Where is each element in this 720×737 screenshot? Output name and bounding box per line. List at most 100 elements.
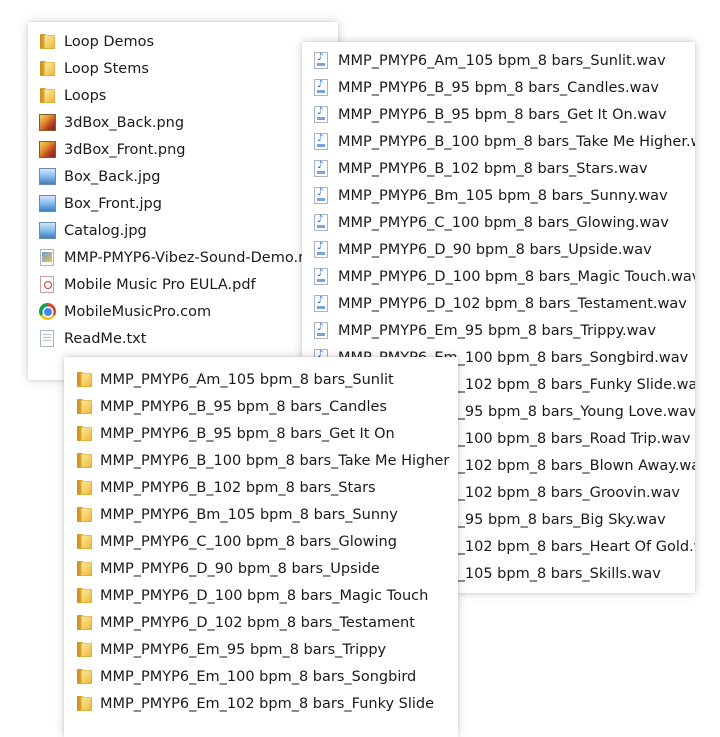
file-name: Box_Front.jpg [64, 195, 162, 212]
folder-item[interactable]: MMP_PMYP6_B_95 bpm_8 bars_Get It On [64, 420, 458, 447]
wav-file-item[interactable]: MMP_PMYP6_B_95 bpm_8 bars_Candles.wav [302, 74, 695, 101]
wav-file-item[interactable]: MMP_PMYP6_B_95 bpm_8 bars_Get It On.wav [302, 101, 695, 128]
file-item-loop-stems[interactable]: Loop Stems [28, 55, 338, 82]
file-name: MMP_PMYP6_B_100 bpm_8 bars_Take Me Highe… [338, 133, 695, 150]
wav-file-item[interactable]: MMP_PMYP6_D_102 bpm_8 bars_Testament.wav [302, 290, 695, 317]
file-name: MMP_PMYP6_Am_105 bpm_8 bars_Sunlit [100, 371, 394, 388]
wav-file-icon [314, 322, 328, 339]
folder-icon [76, 479, 93, 496]
file-item-loop-demos[interactable]: Loop Demos [28, 28, 338, 55]
file-name: MMP_PMYP6_Em_95 bpm_8 bars_Trippy [100, 641, 387, 658]
file-name: Loop Stems [64, 60, 149, 77]
wav-file-item[interactable]: MMP_PMYP6_D_90 bpm_8 bars_Upside.wav [302, 236, 695, 263]
wav-file-item[interactable]: MMP_PMYP6_Bm_105 bpm_8 bars_Sunny.wav [302, 182, 695, 209]
file-name: MMP_PMYP6_B_102 bpm_8 bars_Stars.wav [338, 160, 648, 177]
folder-item[interactable]: MMP_PMYP6_Em_100 bpm_8 bars_Songbird [64, 663, 458, 690]
wav-file-icon [314, 79, 328, 96]
jpg-image-icon [39, 222, 56, 239]
file-item-box-back[interactable]: Box_Back.jpg [28, 163, 338, 190]
folder-icon [39, 33, 56, 50]
folder-icon [76, 452, 93, 469]
file-item-box-front[interactable]: Box_Front.jpg [28, 190, 338, 217]
file-name: Loop Demos [64, 33, 155, 50]
folder-item[interactable]: MMP_PMYP6_B_95 bpm_8 bars_Candles [64, 393, 458, 420]
png-image-icon [39, 141, 56, 158]
file-item-3dbox-front[interactable]: 3dBox_Front.png [28, 136, 338, 163]
file-name: 3dBox_Back.png [64, 114, 185, 131]
file-item-loops[interactable]: Loops [28, 82, 338, 109]
wav-file-icon [314, 214, 328, 231]
wav-file-item[interactable]: MMP_PMYP6_B_102 bpm_8 bars_Stars.wav [302, 155, 695, 182]
loop-folder-list-panel: MMP_PMYP6_Am_105 bpm_8 bars_Sunlit MMP_P… [64, 357, 458, 737]
folder-item[interactable]: MMP_PMYP6_Em_95 bpm_8 bars_Trippy [64, 636, 458, 663]
folder-item[interactable]: MMP_PMYP6_D_102 bpm_8 bars_Testament [64, 609, 458, 636]
folder-icon [76, 425, 93, 442]
file-name: MMP_PMYP6_Em_100 bpm_8 bars_Songbird [100, 668, 417, 685]
file-name: MMP_PMYP6_C_100 bpm_8 bars_Glowing.wav [338, 214, 669, 231]
file-name: Mobile Music Pro EULA.pdf [64, 276, 256, 293]
folder-item[interactable]: MMP_PMYP6_B_102 bpm_8 bars_Stars [64, 474, 458, 501]
folder-icon [76, 587, 93, 604]
folder-icon [76, 614, 93, 631]
file-name: MMP_PMYP6_B_95 bpm_8 bars_Candles [100, 398, 387, 415]
folder-icon [76, 371, 93, 388]
wav-file-item[interactable]: MMP_PMYP6_C_100 bpm_8 bars_Glowing.wav [302, 209, 695, 236]
file-name: Box_Back.jpg [64, 168, 161, 185]
wav-file-item[interactable]: MMP_PMYP6_D_100 bpm_8 bars_Magic Touch.w… [302, 263, 695, 290]
wav-file-icon [314, 295, 328, 312]
file-name: MMP_PMYP6_D_102 bpm_8 bars_Testament [100, 614, 415, 631]
folder-icon [39, 87, 56, 104]
file-list: Loop Demos Loop Stems Loops 3dBox_Back.p… [28, 28, 338, 352]
wav-file-icon [314, 268, 328, 285]
wav-file-icon [314, 187, 328, 204]
wav-file-item[interactable]: MMP_PMYP6_Am_105 bpm_8 bars_Sunlit.wav [302, 47, 695, 74]
file-name: MMP_PMYP6_B_102 bpm_8 bars_Stars [100, 479, 376, 496]
folder-icon [39, 60, 56, 77]
folder-icon [76, 695, 93, 712]
file-name: MMP_PMYP6_B_95 bpm_8 bars_Get It On.wav [338, 106, 667, 123]
file-item-3dbox-back[interactable]: 3dBox_Back.png [28, 109, 338, 136]
file-name: Loops [64, 87, 107, 104]
folder-item[interactable]: MMP_PMYP6_Bm_105 bpm_8 bars_Sunny [64, 501, 458, 528]
wav-file-item[interactable]: MMP_PMYP6_B_100 bpm_8 bars_Take Me Highe… [302, 128, 695, 155]
file-name: Catalog.jpg [64, 222, 147, 239]
file-item-website-shortcut[interactable]: MobileMusicPro.com [28, 298, 338, 325]
jpg-image-icon [39, 195, 56, 212]
wav-file-icon [314, 52, 328, 69]
wav-file-icon [314, 133, 328, 150]
file-list-panel-root: Loop Demos Loop Stems Loops 3dBox_Back.p… [28, 22, 338, 380]
folder-icon [76, 533, 93, 550]
file-name: MMP_PMYP6_B_95 bpm_8 bars_Get It On [100, 425, 395, 442]
file-item-catalog[interactable]: Catalog.jpg [28, 217, 338, 244]
png-image-icon [39, 114, 56, 131]
folder-item[interactable]: MMP_PMYP6_C_100 bpm_8 bars_Glowing [64, 528, 458, 555]
file-name: MMP_PMYP6_Am_105 bpm_8 bars_Sunlit.wav [338, 52, 666, 69]
file-item-readme[interactable]: ReadMe.txt [28, 325, 338, 352]
wav-file-item[interactable]: MMP_PMYP6_Em_95 bpm_8 bars_Trippy.wav [302, 317, 695, 344]
folder-item[interactable]: MMP_PMYP6_B_100 bpm_8 bars_Take Me Highe… [64, 447, 458, 474]
wav-file-icon [314, 106, 328, 123]
wav-file-icon [314, 241, 328, 258]
file-name: MMP_PMYP6_Em_95 bpm_8 bars_Trippy.wav [338, 322, 656, 339]
file-name: MMP_PMYP6_Bm_105 bpm_8 bars_Sunny.wav [338, 187, 668, 204]
folder-item[interactable]: MMP_PMYP6_D_90 bpm_8 bars_Upside [64, 555, 458, 582]
file-name: MMP_PMYP6_Bm_105 bpm_8 bars_Sunny [100, 506, 398, 523]
file-name: ReadMe.txt [64, 330, 147, 347]
file-name: MMP-PMYP6-Vibez-Sound-Demo.m [64, 249, 313, 266]
folder-item[interactable]: MMP_PMYP6_Am_105 bpm_8 bars_Sunlit [64, 366, 458, 393]
file-name: MMP_PMYP6_B_95 bpm_8 bars_Candles.wav [338, 79, 659, 96]
file-name: MobileMusicPro.com [64, 303, 212, 320]
jpg-image-icon [39, 168, 56, 185]
media-file-icon [40, 249, 54, 266]
folder-item[interactable]: MMP_PMYP6_D_100 bpm_8 bars_Magic Touch [64, 582, 458, 609]
folder-item[interactable]: MMP_PMYP6_Em_102 bpm_8 bars_Funky Slide [64, 690, 458, 717]
file-name: MMP_PMYP6_D_100 bpm_8 bars_Magic Touch [100, 587, 429, 604]
file-name: 3dBox_Front.png [64, 141, 186, 158]
file-name: MMP_PMYP6_D_90 bpm_8 bars_Upside [100, 560, 380, 577]
file-name: MMP_PMYP6_B_100 bpm_8 bars_Take Me Highe… [100, 452, 450, 469]
folder-icon [76, 560, 93, 577]
folder-icon [76, 398, 93, 415]
wav-file-icon [314, 160, 328, 177]
file-item-sound-demo[interactable]: MMP-PMYP6-Vibez-Sound-Demo.m [28, 244, 338, 271]
file-item-eula-pdf[interactable]: Mobile Music Pro EULA.pdf [28, 271, 338, 298]
